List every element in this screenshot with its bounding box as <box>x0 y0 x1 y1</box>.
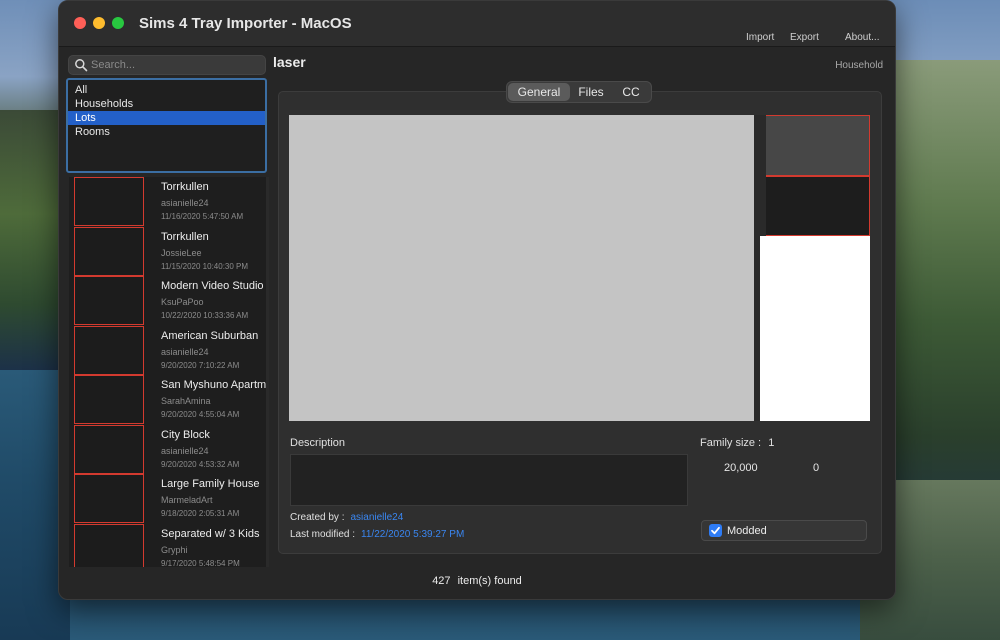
list-item[interactable]: American Suburban asianielle24 9/20/2020… <box>69 325 269 376</box>
search-field[interactable] <box>68 55 266 75</box>
results-list[interactable]: Torrkullen asianielle24 11/16/2020 5:47:… <box>69 177 269 567</box>
export-button[interactable]: Export <box>790 32 819 43</box>
item-author: asianielle24 <box>161 198 209 208</box>
item-thumbnail <box>74 177 144 226</box>
item-thumbnail <box>74 325 144 375</box>
item-date: 11/15/2020 10:40:30 PM <box>161 261 249 271</box>
last-modified-row: Last modified : 11/22/2020 5:39:27 PM <box>290 529 464 540</box>
list-item[interactable]: Large Family House MarmeladArt 9/18/2020… <box>69 474 269 524</box>
item-author: MarmeladArt <box>161 495 213 505</box>
funds-value: 20,000 <box>724 462 758 474</box>
tab-files[interactable]: Files <box>570 83 612 101</box>
category-item-all[interactable]: All <box>68 83 265 97</box>
checkmark-icon <box>711 526 720 535</box>
item-author: SarahAmina <box>161 396 211 406</box>
created-by-link[interactable]: asianielle24 <box>350 512 403 523</box>
item-thumbnail <box>74 276 144 325</box>
item-thumbnail <box>74 523 144 567</box>
item-date: 10/22/2020 10:33:36 AM <box>161 311 249 320</box>
list-item[interactable]: City Block asianielle24 9/20/2020 4:53:3… <box>69 424 269 475</box>
family-size-label: Family size : <box>700 437 762 449</box>
item-thumbnail <box>74 424 144 474</box>
last-modified-label: Last modified : <box>290 529 356 540</box>
item-date: 11/16/2020 5:47:50 AM <box>161 212 244 221</box>
thumbnail-2[interactable] <box>760 176 870 236</box>
about-button[interactable]: About... <box>845 32 879 43</box>
list-item[interactable]: Separated w/ 3 Kids Gryphi 9/17/2020 5:4… <box>69 523 269 568</box>
item-thumbnail <box>74 474 144 523</box>
search-icon <box>75 59 88 72</box>
modded-checkbox[interactable] <box>709 524 722 537</box>
item-count: 427 <box>432 575 451 587</box>
sidebar: All Households Lots Rooms Torrkullen asi… <box>59 47 271 567</box>
tab-cc[interactable]: CC <box>612 83 650 101</box>
item-name: Torrkullen <box>161 230 209 243</box>
family-size-row: Family size : 1 <box>700 437 774 449</box>
category-list[interactable]: All Households Lots Rooms <box>66 78 267 173</box>
description-label: Description <box>290 437 346 449</box>
preview-image <box>289 115 754 421</box>
item-date: 9/20/2020 4:55:04 AM <box>161 410 240 419</box>
item-date: 9/20/2020 4:53:32 AM <box>161 459 240 469</box>
page-title: laser <box>273 54 306 70</box>
item-author: JossieLee <box>161 247 202 258</box>
list-item[interactable]: Modern Video Studio KsuPaPoo 10/22/2020 … <box>69 276 269 326</box>
thumbnail-strip[interactable] <box>760 115 870 421</box>
value-amount: 0 <box>813 462 820 474</box>
minimize-button[interactable] <box>93 17 105 29</box>
title-bar: Sims 4 Tray Importer - MacOS Import Expo… <box>59 1 895 47</box>
list-item[interactable]: San Myshuno Apartm SarahAmina 9/20/2020 … <box>69 375 269 425</box>
results-scrollbar[interactable] <box>266 177 269 567</box>
item-name: American Suburban <box>161 329 259 342</box>
close-button[interactable] <box>74 17 86 29</box>
item-name: Separated w/ 3 Kids <box>161 527 260 540</box>
item-type-label: Household <box>835 60 883 71</box>
modded-label: Modded <box>727 525 767 537</box>
item-author: asianielle24 <box>161 346 209 357</box>
item-date: 9/18/2020 2:05:31 AM <box>161 509 240 518</box>
item-date: 9/20/2020 7:10:22 AM <box>161 360 240 370</box>
item-name: City Block <box>161 428 210 441</box>
description-field[interactable] <box>290 454 688 506</box>
maximize-button[interactable] <box>112 17 124 29</box>
item-author: KsuPaPoo <box>161 297 204 307</box>
search-input[interactable] <box>91 57 261 73</box>
category-item-rooms[interactable]: Rooms <box>68 125 265 139</box>
list-item[interactable]: Torrkullen JossieLee 11/15/2020 10:40:30… <box>69 226 269 277</box>
detail-tabs: General Files CC <box>506 81 652 103</box>
item-name: San Myshuno Apartm <box>161 379 267 391</box>
item-name: Torrkullen <box>161 181 209 193</box>
app-window: Sims 4 Tray Importer - MacOS Import Expo… <box>58 0 896 600</box>
item-date: 9/17/2020 5:48:54 PM <box>161 558 240 568</box>
item-thumbnail <box>74 226 144 276</box>
category-item-lots[interactable]: Lots <box>68 111 265 125</box>
item-name: Modern Video Studio <box>161 280 264 292</box>
created-by-row: Created by : asianielle24 <box>290 512 403 523</box>
family-size-value: 1 <box>768 437 775 449</box>
window-title: Sims 4 Tray Importer - MacOS <box>139 15 352 32</box>
created-by-label: Created by : <box>290 512 345 523</box>
category-item-households[interactable]: Households <box>68 97 265 111</box>
item-name: Large Family House <box>161 478 260 490</box>
item-author: asianielle24 <box>161 445 209 456</box>
status-bar: 427 item(s) found <box>59 567 895 599</box>
item-count-suffix: item(s) found <box>457 575 522 587</box>
import-button[interactable]: Import <box>746 32 774 43</box>
last-modified-value: 11/22/2020 5:39:27 PM <box>361 529 465 540</box>
item-author: Gryphi <box>161 544 188 555</box>
modded-checkbox-row[interactable]: Modded <box>701 520 867 541</box>
thumbnail-scrollbar[interactable] <box>760 115 766 236</box>
thumbnail-1[interactable] <box>760 115 870 176</box>
item-thumbnail <box>74 375 144 424</box>
tab-general[interactable]: General <box>508 83 570 101</box>
list-item[interactable]: Torrkullen asianielle24 11/16/2020 5:47:… <box>69 177 269 227</box>
